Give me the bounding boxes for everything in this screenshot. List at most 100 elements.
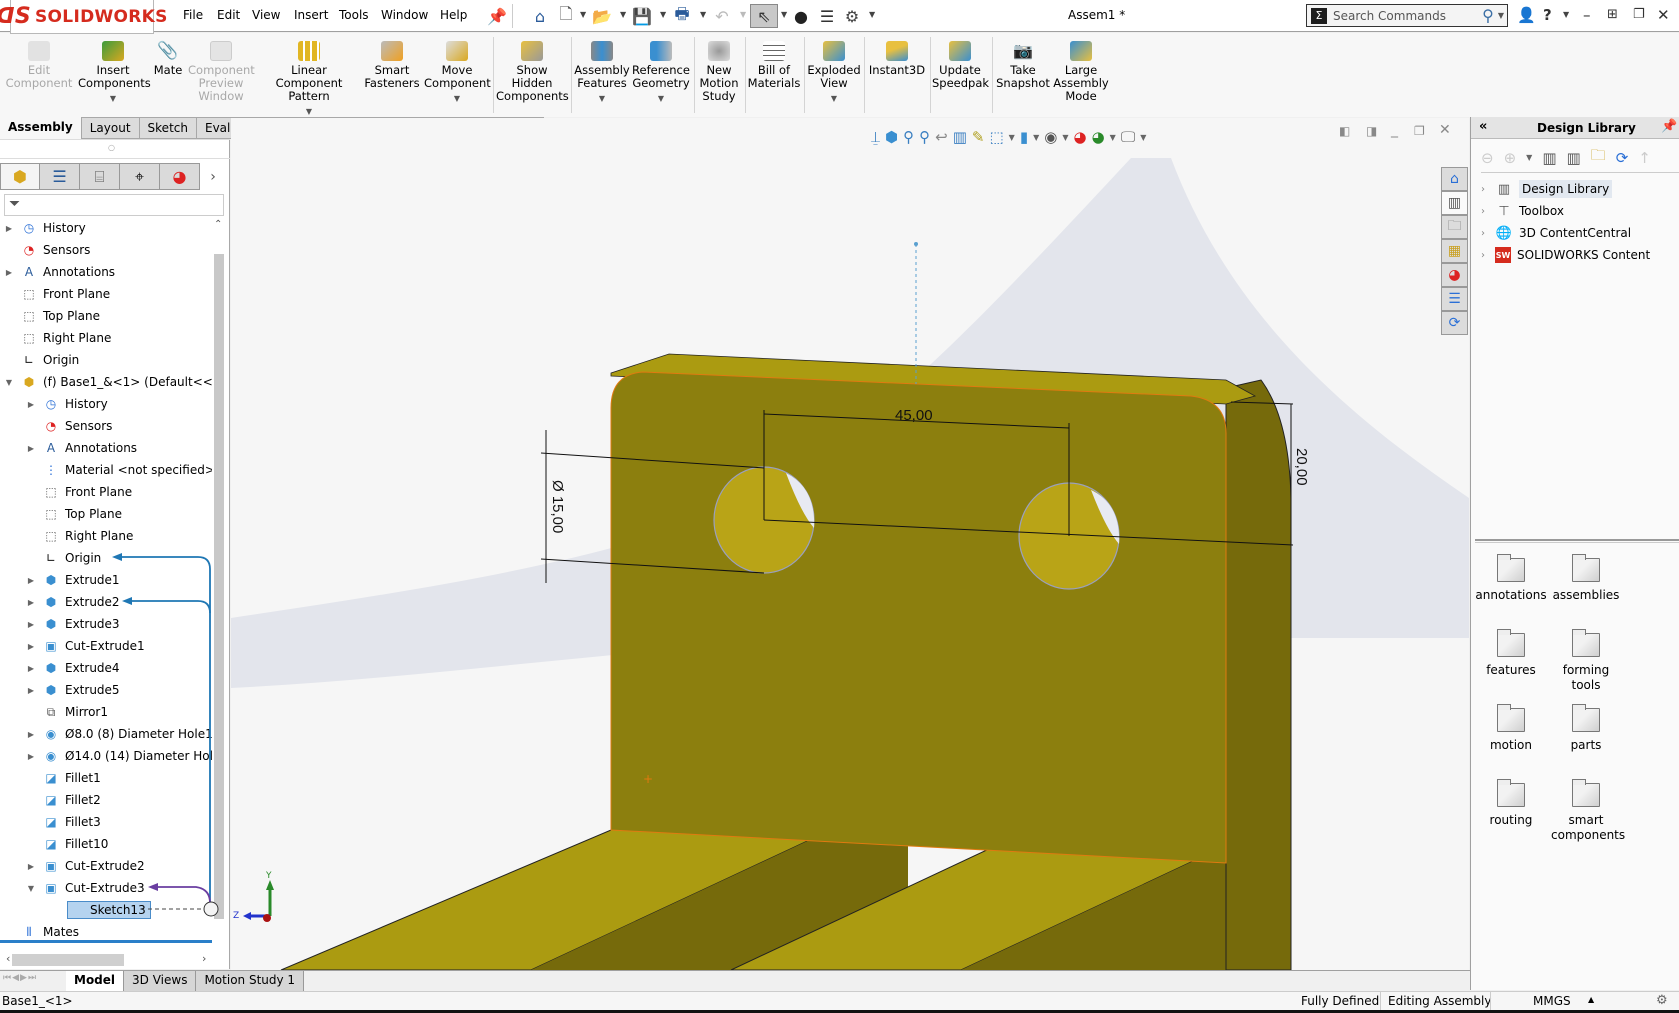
reference-geometry-dropdown-icon[interactable]: ▼ — [632, 92, 690, 105]
rebuild-traffic-light-icon[interactable]: ● — [791, 6, 811, 26]
edit-component-button[interactable]: Edit Component — [4, 41, 74, 90]
prev-tab-icon[interactable]: ◀ — [12, 973, 19, 989]
add-file-location-icon[interactable]: ▥ — [1542, 149, 1556, 167]
open-dropdown-icon[interactable]: ▼ — [620, 10, 626, 19]
assembly-features-button[interactable]: Assembly Features ▼ — [574, 41, 630, 105]
standard-views-cube-icon[interactable]: ⬢ — [885, 128, 898, 146]
help-dropdown-icon[interactable]: ▼ — [1563, 10, 1569, 19]
hide-show-dropdown-icon[interactable]: ▼ — [1062, 133, 1068, 142]
forum-tab-icon[interactable]: ⟳ — [1441, 311, 1468, 335]
display-style-icon[interactable]: ▮ — [1020, 128, 1028, 146]
pin-panel-icon[interactable]: 📌 — [1661, 119, 1677, 134]
pin-menu-icon[interactable]: 📌 — [487, 6, 507, 26]
new-dropdown-icon[interactable]: ▼ — [580, 10, 586, 19]
open-icon[interactable]: 📂 — [592, 6, 612, 26]
options-gear-icon[interactable]: ⚙ — [842, 6, 862, 26]
viewport-close-icon[interactable]: ✕ — [1439, 122, 1451, 138]
tab-assembly[interactable]: Assembly — [0, 117, 81, 139]
restore-icon[interactable]: ❐ — [1633, 7, 1645, 22]
collapse-panel-icon[interactable]: « — [1479, 119, 1487, 134]
dimension-hole-spacing[interactable]: 45,00 — [895, 407, 933, 424]
first-tab-icon[interactable]: ⏮ — [3, 973, 11, 989]
folder-assemblies[interactable]: assemblies — [1548, 554, 1624, 603]
tab-3d-views[interactable]: 3D Views — [124, 971, 197, 991]
viewport-split-left-icon[interactable]: ◧ — [1339, 124, 1350, 138]
file-properties-icon[interactable]: ☰ — [817, 6, 837, 26]
expand-icon[interactable]: › — [1481, 206, 1495, 217]
tab-motion-study-1[interactable]: Motion Study 1 — [196, 971, 305, 991]
save-dropdown-icon[interactable]: ▼ — [660, 10, 666, 19]
custom-properties-tab-icon[interactable]: ☰ — [1441, 287, 1468, 311]
undo-icon[interactable]: ↶ — [712, 6, 732, 26]
tile-icon[interactable]: ⊞ — [1607, 7, 1618, 22]
tab-sketch[interactable]: Sketch — [139, 117, 197, 139]
close-icon[interactable]: ✕ — [1657, 6, 1670, 24]
library-node-design-library[interactable]: › ▥ Design Library — [1481, 179, 1613, 199]
instant3d-button[interactable]: Instant3D — [866, 41, 928, 77]
back-icon[interactable]: ⊖ — [1481, 149, 1494, 167]
smart-fasteners-button[interactable]: Smart Fasteners — [362, 41, 422, 90]
refresh-icon[interactable]: ⟳ — [1616, 149, 1629, 167]
viewport-split-right-icon[interactable]: ◨ — [1366, 124, 1377, 138]
folder-features[interactable]: features — [1473, 629, 1549, 678]
create-new-folder-library-icon[interactable]: ▥ — [1567, 149, 1581, 167]
menu-edit[interactable]: Edit — [217, 8, 240, 22]
expand-icon[interactable]: › — [1481, 184, 1495, 195]
menu-tools[interactable]: Tools — [339, 8, 369, 22]
expand-icon[interactable]: › — [1481, 228, 1495, 239]
folder-motion[interactable]: motion — [1473, 704, 1549, 753]
take-snapshot-button[interactable]: 📷 Take Snapshot — [994, 41, 1052, 90]
up-level-icon[interactable]: ↑ — [1638, 149, 1651, 167]
units-dropdown-icon[interactable]: ▲ — [1588, 995, 1594, 1004]
design-library-tab-icon[interactable]: ▥ — [1441, 191, 1468, 215]
user-account-icon[interactable]: 👤 — [1517, 6, 1536, 24]
viewport-restore-icon[interactable]: ❐ — [1414, 124, 1425, 138]
show-hidden-components-button[interactable]: Show Hidden Components — [496, 41, 569, 103]
dimension-edge-offset[interactable]: 20,00 — [1293, 448, 1310, 486]
file-explorer-tab-icon[interactable]: 🗀 — [1441, 215, 1468, 239]
folder-parts[interactable]: parts — [1548, 704, 1624, 753]
view-palette-tab-icon[interactable]: ▦ — [1441, 239, 1468, 263]
help-icon[interactable]: ? — [1543, 6, 1552, 24]
print-icon[interactable]: 🖶 — [672, 4, 692, 26]
print-dropdown-icon[interactable]: ▼ — [700, 10, 706, 19]
folder-routing[interactable]: routing — [1473, 779, 1549, 828]
select-dropdown-icon[interactable]: ▼ — [781, 10, 787, 19]
view-settings-icon[interactable]: 🖵 — [1121, 128, 1135, 146]
view-orientation-icon[interactable]: ⍊ — [871, 128, 880, 146]
apply-scene-dropdown-icon[interactable]: ▼ — [1110, 133, 1116, 142]
new-document-icon[interactable]: 🗋 — [556, 4, 576, 26]
menu-window[interactable]: Window — [381, 8, 428, 22]
display-style-dropdown-icon[interactable]: ▼ — [1033, 133, 1039, 142]
dynamic-annotation-icon[interactable]: ✎ — [972, 128, 985, 146]
scroll-right-icon[interactable]: › — [202, 952, 206, 965]
search-dropdown-icon[interactable]: ▼ — [1498, 11, 1504, 20]
last-tab-icon[interactable]: ⏭ — [28, 973, 36, 989]
view-settings-dropdown-icon[interactable]: ▼ — [1140, 133, 1146, 142]
forward-icon[interactable]: ⊕ — [1504, 149, 1517, 167]
customize-status-icon[interactable]: ⚙ — [1656, 993, 1668, 1008]
solidworks-resources-home-icon[interactable]: ⌂ — [1441, 167, 1468, 191]
component-preview-window-button[interactable]: Component Preview Window — [188, 41, 255, 103]
assembly-features-dropdown-icon[interactable]: ▼ — [574, 92, 630, 105]
options-dropdown-icon[interactable]: ▼ — [869, 10, 875, 19]
menu-file[interactable]: File — [183, 8, 203, 22]
update-speedpak-button[interactable]: Update Speedpak — [932, 41, 989, 90]
tab-layout[interactable]: Layout — [80, 117, 140, 139]
bill-of-materials-button[interactable]: Bill of Materials — [747, 41, 801, 90]
select-icon[interactable]: ⇖ — [750, 4, 778, 28]
library-node-toolbox[interactable]: › ⊤ Toolbox — [1481, 201, 1564, 221]
units-selector[interactable]: MMGS — [1533, 994, 1571, 1008]
save-icon[interactable]: 💾 — [632, 6, 652, 26]
folder-annotations[interactable]: annotations — [1473, 554, 1549, 603]
home-icon[interactable]: ⌂ — [530, 6, 550, 26]
viewport-minimize-icon[interactable]: _ — [1391, 122, 1398, 138]
solidworks-logo[interactable]: ꓷSSOLIDWORKS — [0, 0, 167, 34]
expand-icon[interactable]: › — [1481, 250, 1495, 261]
exploded-view-button[interactable]: Exploded View ▼ — [806, 41, 862, 105]
linear-component-pattern-button[interactable]: Linear Component Pattern ▼ — [260, 41, 358, 118]
scroll-left-icon[interactable]: ‹ — [6, 952, 10, 965]
folder-forming-tools[interactable]: forming tools — [1548, 629, 1624, 693]
view-orientation-box-icon[interactable]: ⬚ — [989, 128, 1003, 146]
insert-components-dropdown-icon[interactable]: ▼ — [78, 92, 148, 105]
